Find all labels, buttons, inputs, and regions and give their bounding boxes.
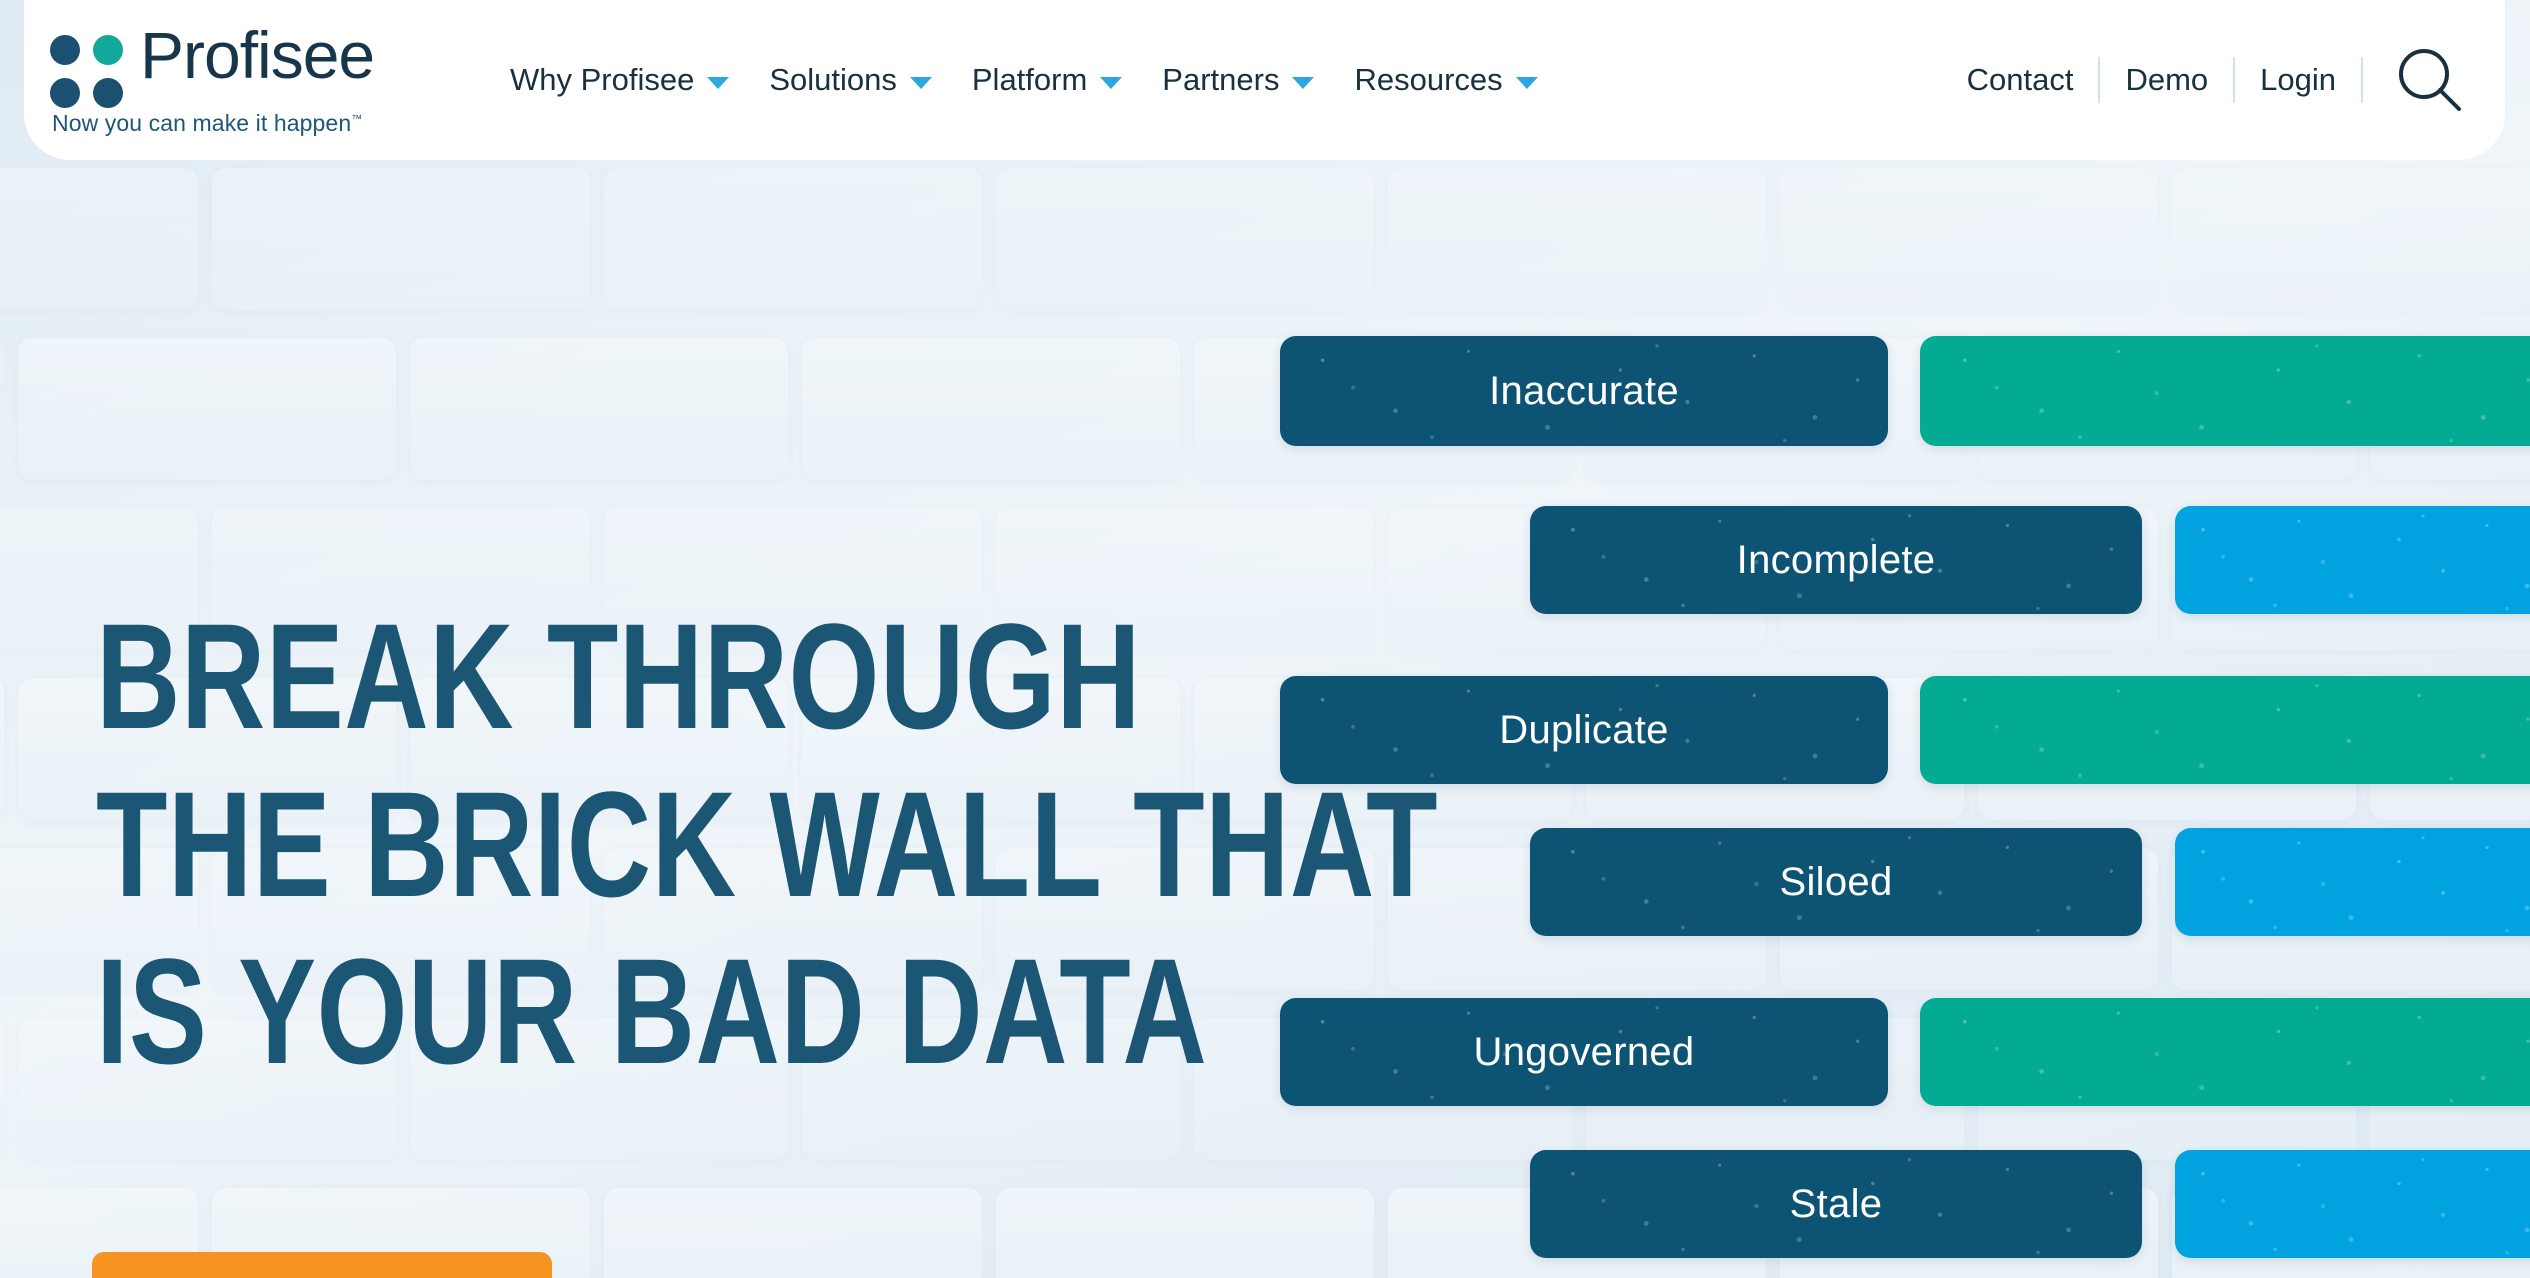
brick-texture bbox=[1920, 676, 2530, 784]
nav-item-resources[interactable]: Resources bbox=[1334, 62, 1557, 98]
brick-accent-blue bbox=[2175, 1150, 2530, 1258]
logo-tagline-text: Now you can make it happen bbox=[52, 110, 352, 136]
brick-duplicate: Duplicate bbox=[1280, 676, 1888, 784]
utility-link-login[interactable]: Login bbox=[2235, 62, 2361, 98]
page-headline: Break Through The Brick Wall That Is Your … bbox=[96, 592, 1438, 1119]
trademark-symbol: ™ bbox=[351, 113, 363, 126]
chevron-down-icon bbox=[1100, 76, 1123, 89]
background-brick bbox=[410, 338, 788, 480]
brick-accent-green bbox=[1920, 998, 2530, 1106]
nav-item-label: Solutions bbox=[769, 62, 897, 97]
background-brick bbox=[996, 1188, 1374, 1278]
background-brick bbox=[0, 338, 4, 480]
search-button[interactable] bbox=[2363, 43, 2467, 117]
brick-label: Duplicate bbox=[1499, 707, 1669, 752]
nav-item-label: Resources bbox=[1354, 62, 1503, 97]
nav-item-partners[interactable]: Partners bbox=[1142, 62, 1334, 98]
brick-accent-green bbox=[1920, 336, 2530, 446]
main-navigation: Why Profisee Solutions Platform Partners Res… bbox=[490, 62, 1558, 98]
brick-accent-green bbox=[1920, 676, 2530, 784]
logo-mark-and-wordmark: Profisee bbox=[50, 18, 450, 108]
brick-accent-blue bbox=[2175, 828, 2530, 936]
background-brick bbox=[996, 168, 1374, 310]
background-brick bbox=[212, 168, 590, 310]
brick-texture bbox=[2175, 506, 2530, 614]
nav-item-label: Platform bbox=[971, 62, 1088, 97]
background-brick bbox=[0, 168, 198, 310]
background-brick bbox=[18, 338, 396, 480]
brick-inaccurate: Inaccurate bbox=[1280, 336, 1888, 446]
brick-label: Stale bbox=[1789, 1181, 1883, 1226]
brick-ungoverned: Ungoverned bbox=[1280, 998, 1888, 1106]
logo-dot-bottom-left bbox=[50, 78, 80, 108]
background-brick bbox=[802, 338, 1180, 480]
brick-siloed: Siloed bbox=[1530, 828, 2142, 936]
brick-label: Incomplete bbox=[1736, 537, 1936, 582]
brick-texture bbox=[1920, 998, 2530, 1106]
background-brick bbox=[2172, 168, 2530, 310]
brick-texture bbox=[2175, 1150, 2530, 1258]
chevron-down-icon bbox=[707, 76, 730, 89]
background-brick bbox=[1388, 168, 1766, 310]
brick-texture bbox=[1920, 336, 2530, 446]
brick-label: Inaccurate bbox=[1489, 368, 1679, 413]
background-brick bbox=[0, 678, 4, 820]
brick-stale: Stale bbox=[1530, 1150, 2142, 1258]
background-brick bbox=[604, 168, 982, 310]
search-icon bbox=[2399, 49, 2461, 111]
chevron-down-icon bbox=[1515, 76, 1538, 89]
utility-link-contact[interactable]: Contact bbox=[1942, 62, 2099, 98]
headline-line-3: Is Your Bad Data bbox=[96, 927, 1208, 1095]
logo-tagline: Now you can make it happen™ bbox=[52, 110, 450, 137]
background-brick bbox=[0, 1018, 4, 1160]
brick-accent-blue bbox=[2175, 506, 2530, 614]
background-brick bbox=[604, 1188, 982, 1278]
logo-dot-top-right bbox=[93, 35, 123, 65]
logo-dots-icon bbox=[50, 35, 123, 108]
nav-item-label: Why Profisee bbox=[510, 62, 695, 97]
nav-item-platform[interactable]: Platform bbox=[952, 62, 1142, 98]
headline-line-2: The Brick Wall That bbox=[96, 759, 1438, 928]
brick-incomplete: Incomplete bbox=[1530, 506, 2142, 614]
utility-navigation: Contact Demo Login bbox=[1942, 0, 2505, 160]
hero-cta-button[interactable] bbox=[92, 1252, 552, 1278]
nav-item-why-profisee[interactable]: Why Profisee bbox=[490, 62, 749, 98]
brick-label: Siloed bbox=[1779, 859, 1893, 904]
headline-line-1: Break Through bbox=[96, 592, 1142, 760]
logo-wordmark: Profisee bbox=[140, 18, 375, 92]
background-brick bbox=[1780, 168, 2158, 310]
site-header: Profisee Now you can make it happen™ Why… bbox=[24, 0, 2505, 160]
logo-dot-bottom-right bbox=[93, 78, 123, 108]
chevron-down-icon bbox=[909, 76, 932, 89]
nav-item-label: Partners bbox=[1162, 62, 1280, 97]
brick-label: Ungoverned bbox=[1473, 1029, 1695, 1074]
nav-item-solutions[interactable]: Solutions bbox=[749, 62, 952, 98]
logo-dot-top-left bbox=[50, 35, 80, 65]
brick-texture bbox=[2175, 828, 2530, 936]
utility-link-demo[interactable]: Demo bbox=[2100, 62, 2233, 98]
chevron-down-icon bbox=[1292, 76, 1315, 89]
logo[interactable]: Profisee Now you can make it happen™ bbox=[50, 18, 450, 137]
